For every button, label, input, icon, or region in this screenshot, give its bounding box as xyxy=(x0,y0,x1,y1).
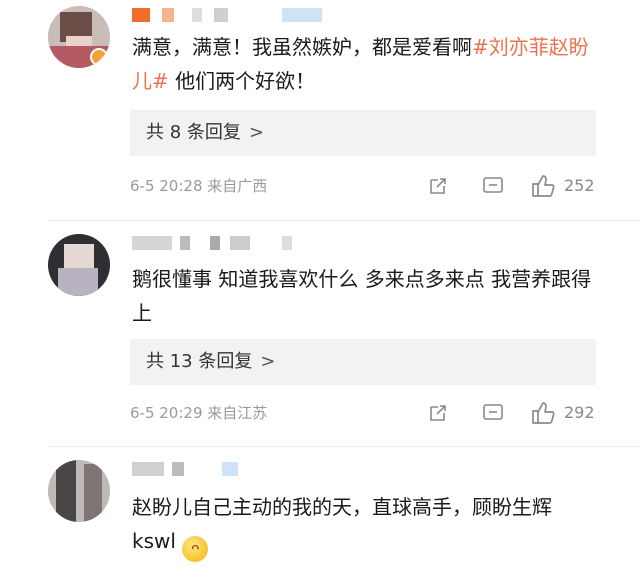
avatar[interactable] xyxy=(48,460,110,522)
comment-meta: 6-5 20:29 来自江苏 292 xyxy=(130,401,600,425)
comment-text: 满意，满意！我虽然嫉妒，都是爱看啊#刘亦菲赵盼儿# 他们两个好欲！ xyxy=(132,30,602,98)
location-text: 来自广西 xyxy=(207,177,268,195)
thumbs-up-icon[interactable] xyxy=(530,174,556,205)
location-text: 来自江苏 xyxy=(207,404,268,422)
avatar[interactable] xyxy=(48,234,110,296)
comment-text-part: 满意，满意！我虽然嫉妒，都是爱看啊 xyxy=(132,35,472,59)
replies-count-label: 共 13 条回复 xyxy=(146,351,253,372)
time-text: 6-5 20:29 xyxy=(130,404,203,422)
replies-count-label: 共 8 条回复 xyxy=(146,122,241,143)
comment-text-part: 鹅很懂事 知道我喜欢什么 多来点多来点 我营养跟得上 xyxy=(132,267,592,325)
crying-emoji-icon: ᴖ xyxy=(182,536,209,562)
time-text: 6-5 20:28 xyxy=(130,177,203,195)
comment-text-part: 他们两个好欲！ xyxy=(168,69,316,93)
comment-icon[interactable] xyxy=(482,403,504,430)
comment-icon[interactable] xyxy=(482,176,504,203)
divider xyxy=(48,220,640,221)
avatar[interactable] xyxy=(48,6,110,68)
timestamp: 6-5 20:28 来自广西 xyxy=(130,174,267,198)
view-replies-button[interactable]: 共 13 条回复 > xyxy=(130,339,596,385)
timestamp: 6-5 20:29 来自江苏 xyxy=(130,401,267,425)
comment-text: 赵盼儿自己主动的我的天，直球高手，顾盼生辉 kswl ᴖ xyxy=(132,490,602,562)
like-count: 292 xyxy=(564,403,595,422)
share-icon[interactable] xyxy=(428,176,448,203)
comment-meta: 6-5 20:28 来自广西 252 xyxy=(130,174,600,198)
like-count: 252 xyxy=(564,176,595,195)
chevron-right-icon: > xyxy=(260,351,276,372)
chevron-right-icon: > xyxy=(248,122,264,143)
view-replies-button[interactable]: 共 8 条回复 > xyxy=(130,110,596,156)
divider xyxy=(48,446,640,447)
verified-badge-icon xyxy=(90,48,108,66)
thumbs-up-icon[interactable] xyxy=(530,401,556,432)
share-icon[interactable] xyxy=(428,403,448,430)
